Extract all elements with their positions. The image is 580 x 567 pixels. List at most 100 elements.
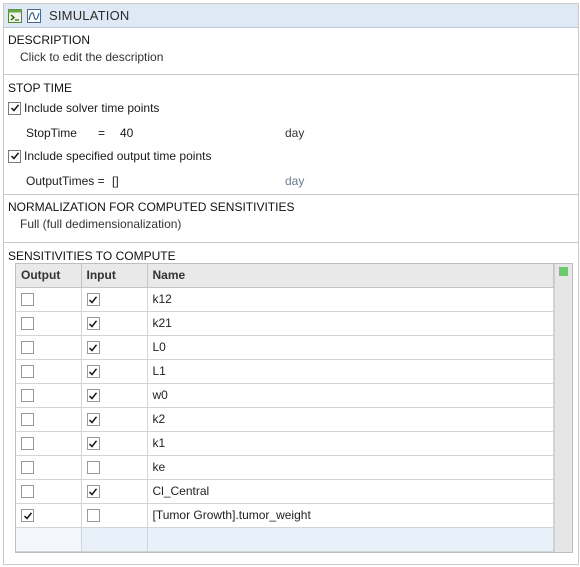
output-checkbox[interactable] xyxy=(21,485,34,499)
name-cell[interactable]: Cl_Central xyxy=(147,479,554,504)
output-cell xyxy=(16,383,82,408)
name-cell[interactable]: ke xyxy=(147,455,554,480)
include-output-checkbox[interactable] xyxy=(8,149,21,163)
new-row-name-cell[interactable] xyxy=(147,527,554,552)
status-indicator xyxy=(559,267,568,276)
table-row[interactable]: k21 xyxy=(16,311,554,336)
column-header-input[interactable]: Input xyxy=(81,264,148,288)
sensitivities-heading: SENSITIVITIES TO COMPUTE xyxy=(8,249,176,263)
column-header-output[interactable]: Output xyxy=(16,264,82,288)
include-output-row[interactable]: Include specified output time points xyxy=(8,145,574,167)
include-solver-row[interactable]: Include solver time points xyxy=(8,97,574,119)
table-row[interactable]: k12 xyxy=(16,287,554,312)
output-checkbox[interactable] xyxy=(21,413,34,427)
output-checkbox[interactable] xyxy=(21,293,34,307)
name-cell[interactable]: k21 xyxy=(147,311,554,336)
table-row[interactable]: k1 xyxy=(16,431,554,456)
table-scrollbar[interactable] xyxy=(554,264,572,552)
input-checkbox[interactable] xyxy=(86,437,100,451)
table-row[interactable]: L1 xyxy=(16,359,554,384)
titlebar: SIMULATION xyxy=(4,4,578,28)
checkmark-icon xyxy=(10,104,19,112)
name-cell[interactable]: L0 xyxy=(147,335,554,360)
output-checkbox[interactable] xyxy=(21,389,34,403)
description-heading: DESCRIPTION xyxy=(8,33,91,47)
checkmark-icon xyxy=(23,511,32,520)
name-cell[interactable]: k2 xyxy=(147,407,554,432)
normalization-section: NORMALIZATION FOR COMPUTED SENSITIVITIES… xyxy=(4,195,578,243)
output-cell xyxy=(16,407,82,432)
normalization-heading: NORMALIZATION FOR COMPUTED SENSITIVITIES xyxy=(8,200,295,214)
output-checkbox[interactable] xyxy=(21,509,34,523)
input-checkbox[interactable] xyxy=(86,485,100,499)
output-times-row: OutputTimes = [] day xyxy=(8,170,574,192)
output-cell xyxy=(16,431,82,456)
output-times-unit[interactable]: day xyxy=(285,174,304,188)
checkmark-icon xyxy=(88,319,98,328)
input-checkbox[interactable] xyxy=(86,293,100,307)
input-checkbox[interactable] xyxy=(86,341,100,355)
input-cell xyxy=(81,311,148,336)
checkmark-icon xyxy=(88,367,98,376)
input-cell xyxy=(81,335,148,360)
input-cell xyxy=(81,479,148,504)
table-row[interactable]: Cl_Central xyxy=(16,479,554,504)
output-checkbox[interactable] xyxy=(21,341,34,355)
new-row[interactable] xyxy=(16,527,554,552)
name-cell[interactable]: k12 xyxy=(147,287,554,312)
input-checkbox[interactable] xyxy=(86,389,100,403)
table-row[interactable]: w0 xyxy=(16,383,554,408)
name-cell[interactable]: [Tumor Growth].tumor_weight xyxy=(147,503,554,528)
include-output-label: Include specified output time points xyxy=(24,149,212,163)
input-checkbox[interactable] xyxy=(86,317,100,331)
output-checkbox[interactable] xyxy=(21,365,34,379)
program-icon[interactable] xyxy=(7,8,23,24)
name-cell[interactable]: L1 xyxy=(147,359,554,384)
stop-time-value[interactable]: 40 xyxy=(120,126,133,140)
input-checkbox[interactable] xyxy=(86,509,100,523)
output-checkbox[interactable] xyxy=(21,461,34,475)
output-times-label: OutputTimes = xyxy=(26,174,105,188)
table-row[interactable]: k2 xyxy=(16,407,554,432)
checkmark-icon xyxy=(88,343,98,352)
output-cell xyxy=(16,503,82,528)
description-section: DESCRIPTION Click to edit the descriptio… xyxy=(4,28,578,75)
input-checkbox[interactable] xyxy=(86,413,100,427)
normalization-value[interactable]: Full (full dedimensionalization) xyxy=(8,217,574,231)
new-row-input-cell[interactable] xyxy=(81,527,148,552)
input-cell xyxy=(81,503,148,528)
output-cell xyxy=(16,287,82,312)
stop-time-label: StopTime xyxy=(26,126,77,140)
name-cell[interactable]: k1 xyxy=(147,431,554,456)
checkmark-icon xyxy=(88,415,98,424)
name-cell[interactable]: w0 xyxy=(147,383,554,408)
input-cell xyxy=(81,359,148,384)
input-cell xyxy=(81,407,148,432)
include-solver-checkbox[interactable] xyxy=(8,101,21,115)
checkmark-icon xyxy=(88,295,98,304)
table-row[interactable]: [Tumor Growth].tumor_weight xyxy=(16,503,554,528)
table-row[interactable]: L0 xyxy=(16,335,554,360)
input-checkbox[interactable] xyxy=(86,365,100,379)
input-cell xyxy=(81,383,148,408)
stop-time-heading: STOP TIME xyxy=(8,81,73,95)
column-header-name[interactable]: Name xyxy=(147,264,554,288)
include-solver-label: Include solver time points xyxy=(24,101,160,115)
description-text[interactable]: Click to edit the description xyxy=(8,50,574,64)
stop-time-unit[interactable]: day xyxy=(285,126,304,140)
output-cell xyxy=(16,311,82,336)
output-cell xyxy=(16,479,82,504)
output-checkbox[interactable] xyxy=(21,437,34,451)
sensitivities-table: Output Input Name k12 k21 L0 L1 w0 k2 k1 ke Cl_C… xyxy=(15,263,573,553)
new-row-output-cell[interactable] xyxy=(16,527,82,552)
table-row[interactable]: ke xyxy=(16,455,554,480)
checkmark-icon xyxy=(88,487,98,496)
input-checkbox[interactable] xyxy=(86,461,100,475)
output-checkbox[interactable] xyxy=(21,317,34,331)
output-times-value[interactable]: [] xyxy=(112,174,119,188)
checkmark-icon xyxy=(88,439,98,448)
output-cell xyxy=(16,335,82,360)
plot-icon[interactable] xyxy=(26,8,42,24)
checkmark-icon xyxy=(88,391,98,400)
output-cell xyxy=(16,359,82,384)
